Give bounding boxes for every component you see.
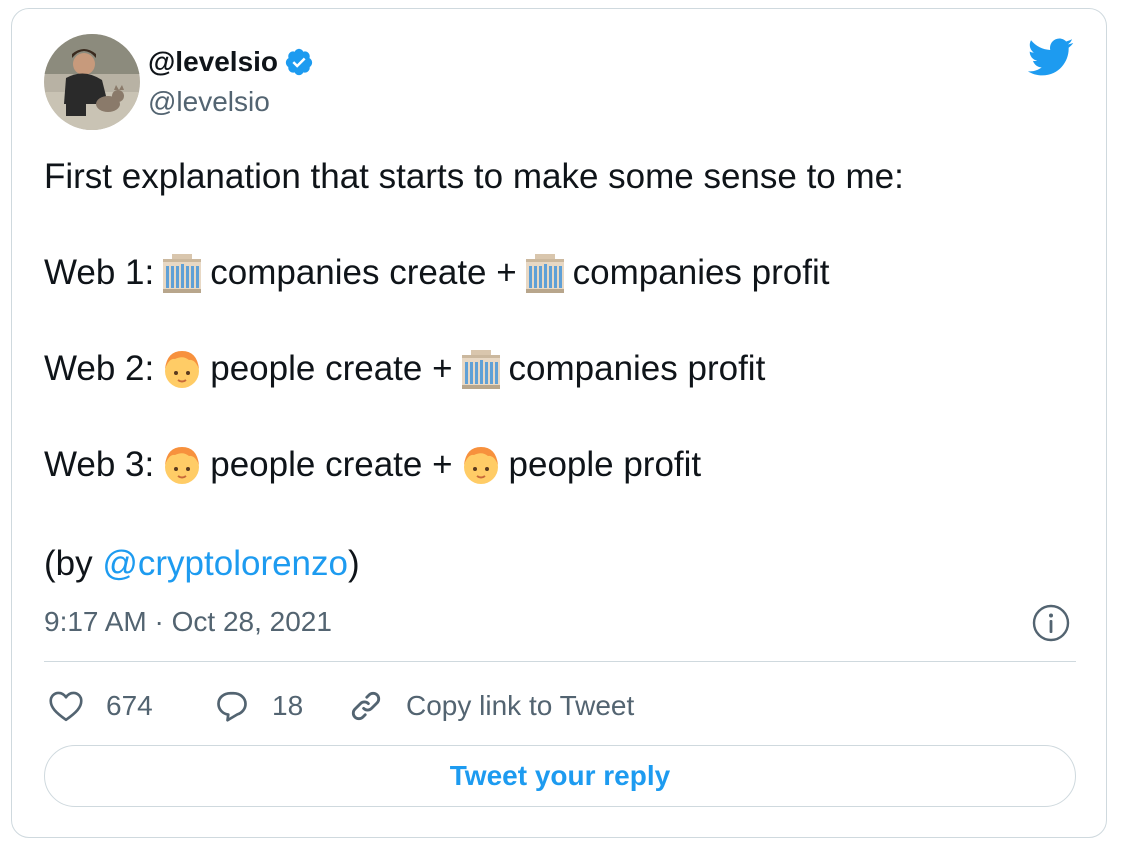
tweet-line-credit: (by @cryptolorenzo) [44, 542, 360, 586]
tweet-actions: 674 18 Copy link to Tweet [44, 684, 634, 728]
copy-link-label: Copy link to Tweet [406, 690, 635, 721]
tweet-line-web3: Web 3: people create + people profit [44, 443, 701, 487]
link-icon [344, 684, 388, 728]
like-count: 674 [106, 690, 153, 721]
author-display-name[interactable]: @levelsio [148, 44, 314, 80]
copy-link-button[interactable]: Copy link to Tweet [344, 684, 634, 728]
divider [44, 661, 1076, 662]
heart-icon [44, 684, 88, 728]
author-handle[interactable]: @levelsio [148, 84, 270, 120]
mention-link[interactable]: @cryptolorenzo [102, 542, 348, 586]
twitter-bird-icon[interactable] [1026, 37, 1074, 77]
office-building-emoji-icon [523, 251, 567, 295]
verified-badge-icon [284, 47, 314, 77]
office-building-emoji-icon [459, 347, 503, 391]
office-building-emoji-icon [160, 251, 204, 295]
person-emoji-icon [160, 443, 204, 487]
person-emoji-icon [160, 347, 204, 391]
info-icon[interactable] [1032, 604, 1070, 642]
tweet-line-intro: First explanation that starts to make so… [44, 157, 904, 196]
tweet-line-web1: Web 1: companies create + companies prof… [44, 251, 829, 295]
reply-button[interactable]: 18 [210, 684, 344, 728]
speech-bubble-icon [210, 684, 254, 728]
reply-count: 18 [272, 690, 304, 721]
like-button[interactable]: 674 [44, 684, 210, 728]
tweet-timestamp[interactable]: 9:17 AM · Oct 28, 2021 [44, 604, 332, 640]
avatar[interactable] [44, 34, 140, 130]
tweet-line-web2: Web 2: people create + companies profit [44, 347, 765, 391]
tweet-your-reply-button[interactable]: Tweet your reply [44, 745, 1076, 807]
person-emoji-icon [459, 443, 503, 487]
